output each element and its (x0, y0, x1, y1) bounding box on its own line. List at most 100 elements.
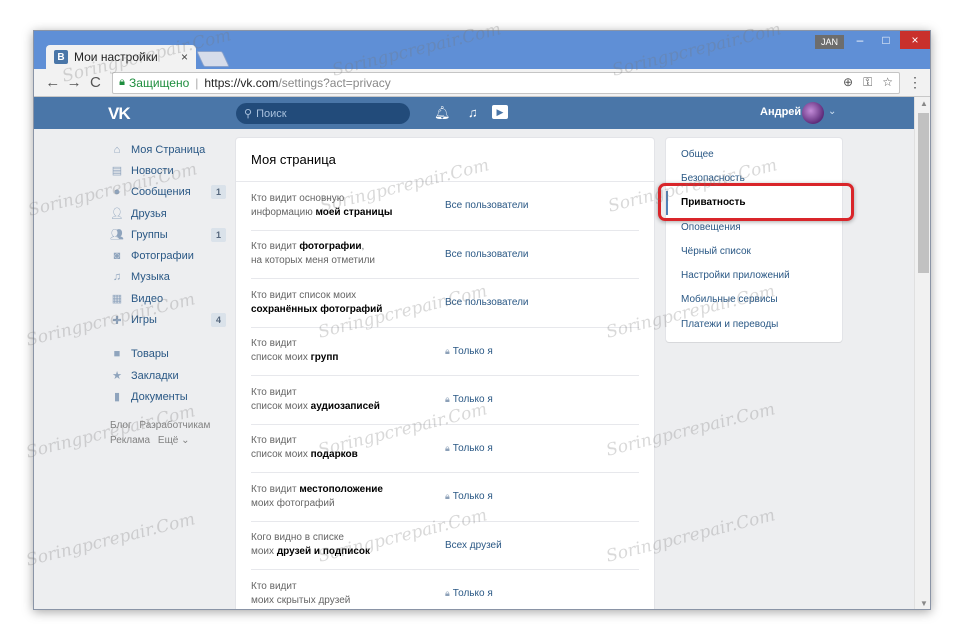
question-text: моих скрытых друзей (251, 594, 351, 606)
sidebar-item-label: Игры (131, 314, 157, 327)
privacy-value-link[interactable]: Все пользователи (445, 200, 529, 211)
padlock-icon: 🔒︎ (119, 76, 126, 88)
new-tab-button[interactable] (196, 51, 230, 67)
sidebar-item-label: Документы (131, 390, 188, 403)
privacy-value-link[interactable]: 🔒︎ Только я (445, 491, 493, 502)
sidebar-item-photos[interactable]: ◙ Фотографии (110, 245, 226, 266)
close-window-button[interactable]: × (900, 31, 930, 49)
privacy-question: Кого видно в списке моих друзей и подпис… (251, 531, 445, 559)
privacy-value: Только я (452, 394, 493, 406)
profile-badge[interactable]: JAN (814, 35, 844, 49)
privacy-value-link[interactable]: Все пользователи (445, 249, 529, 260)
privacy-value-link[interactable]: Все пользователи (445, 297, 529, 308)
sidebar-item-music[interactable]: ♫ Музыка (110, 267, 226, 288)
vk-logo[interactable]: VK (108, 104, 131, 124)
groups-count-badge: 1 (210, 227, 226, 242)
user-name[interactable]: Андрей (760, 106, 801, 118)
privacy-row: Кто видит список моих подарков 🔒︎ Только … (251, 425, 639, 473)
sidebar-footer: Блог Разработчикам Реклама Ещё ⌄ (110, 418, 226, 448)
privacy-value-link[interactable]: Всех друзей (445, 540, 502, 551)
search-placeholder: Поиск (256, 107, 287, 120)
settings-nav-payments[interactable]: Платежи и переводы (666, 312, 842, 336)
scrollbar-thumb[interactable] (918, 113, 929, 273)
question-bold: фотографии (299, 241, 362, 253)
footer-link-ads[interactable]: Реклама (110, 435, 150, 446)
privacy-value: Только я (452, 442, 493, 454)
sidebar-item-documents[interactable]: ▮ Документы (110, 386, 226, 407)
footer-link-developers[interactable]: Разработчикам (139, 420, 210, 431)
sidebar-item-goods[interactable]: ■ Товары (110, 344, 226, 365)
back-button[interactable]: ← (42, 74, 63, 91)
question-bold: аудиозаписей (310, 400, 380, 412)
location-target-icon[interactable]: ⊕ (843, 75, 853, 90)
tab-close-icon[interactable]: × (181, 50, 188, 64)
highlight-annotation (658, 183, 854, 221)
gamepad-icon: ✚ (112, 314, 122, 327)
search-input[interactable]: ⚲ Поиск (236, 103, 410, 124)
question-text: список моих (251, 352, 311, 364)
vk-favicon-icon: B (54, 50, 68, 64)
privacy-question: Кто видит основную информацию моей стран… (251, 192, 445, 220)
maximize-button[interactable]: □ (872, 31, 900, 49)
question-text: список моих (251, 400, 311, 412)
question-text: Кто видит (251, 241, 300, 253)
key-icon[interactable]: ⚿ (863, 75, 872, 90)
sidebar-item-my-page[interactable]: ⌂ Моя Страница (110, 139, 226, 160)
home-icon: ⌂ (113, 143, 121, 156)
footer-link-blog[interactable]: Блог (110, 420, 132, 431)
lock-icon: 🔒︎ (445, 345, 450, 356)
footer-link-more[interactable]: Ещё ⌄ (158, 435, 190, 446)
question-text: на которых меня отметили (251, 255, 376, 267)
sidebar-item-groups[interactable]: 👥︎ Группы 1 (110, 224, 226, 245)
sidebar-item-messages[interactable]: ● Сообщения 1 (110, 182, 226, 203)
chevron-down-icon[interactable]: ⌄ (828, 106, 836, 117)
reload-button[interactable]: C (85, 74, 106, 91)
sidebar-item-games[interactable]: ✚ Игры 4 (110, 309, 226, 330)
sidebar-item-label: Новости (131, 164, 174, 177)
question-text: список моих (251, 449, 311, 461)
sidebar-item-label: Группы (131, 228, 168, 241)
forward-button[interactable]: → (63, 74, 84, 91)
tab-settings[interactable]: B Мои настройки × (46, 45, 196, 69)
play-icon[interactable]: ▶ (492, 105, 508, 119)
privacy-question: Кто видит список моих подарков (251, 434, 445, 462)
settings-nav-blacklist[interactable]: Чёрный список (666, 239, 842, 263)
question-text: Кто видит (251, 338, 297, 350)
privacy-question: Кто видит список моих аудиозаписей (251, 386, 445, 414)
lock-icon: 🔒︎ (445, 394, 450, 405)
privacy-question: Кто видит моих скрытых друзей (251, 580, 445, 608)
privacy-value-link[interactable]: 🔒︎ Только я (445, 346, 493, 357)
sidebar-item-video[interactable]: ▦ Видео (110, 288, 226, 309)
music-note-icon[interactable]: ♫ (468, 105, 478, 120)
question-bold: моей страницы (315, 206, 393, 218)
privacy-value-link[interactable]: 🔒︎ Только я (445, 394, 493, 405)
question-text: моих (251, 546, 277, 558)
scrollbar[interactable]: ▲ ▼ (914, 97, 930, 609)
settings-nav: Общее Безопасность Приватность Оповещени… (666, 138, 842, 342)
scroll-down-icon[interactable]: ▼ (915, 597, 930, 609)
privacy-value: Все пользователи (445, 200, 529, 212)
minimize-button[interactable]: – (846, 31, 874, 49)
sidebar-item-bookmarks[interactable]: ★ Закладки (110, 365, 226, 386)
bookmark-star-icon[interactable]: ☆ (882, 75, 893, 90)
games-count-badge: 4 (210, 313, 226, 328)
privacy-row: Кто видит список моих аудиозаписей 🔒︎ Тол… (251, 376, 639, 425)
scroll-up-icon[interactable]: ▲ (915, 97, 930, 111)
settings-nav-general[interactable]: Общее (666, 142, 842, 166)
privacy-value-link[interactable]: 🔒︎ Только я (445, 443, 493, 454)
bell-icon[interactable]: 🔔︎ (434, 105, 451, 121)
browser-menu-icon[interactable]: ⋮ (908, 74, 922, 91)
address-bar[interactable]: 🔒︎ Защищено | https://vk.com /settings?a… (112, 71, 901, 94)
settings-nav-app-settings[interactable]: Настройки приложений (666, 263, 842, 287)
news-icon: ▤ (111, 165, 123, 178)
groups-icon: 👥︎ (110, 229, 124, 242)
sidebar-item-friends[interactable]: 👤︎ Друзья (110, 203, 226, 224)
friends-icon: 👤︎ (110, 208, 124, 221)
settings-nav-mobile[interactable]: Мобильные сервисы (666, 288, 842, 312)
avatar[interactable] (802, 102, 824, 124)
sidebar-item-news[interactable]: ▤ Новости (110, 160, 226, 181)
vk-header: VK ⚲ Поиск 🔔︎ ♫ ▶ Андрей ⌄ (34, 97, 914, 129)
question-text: Кто видит (251, 386, 297, 398)
privacy-value-link[interactable]: 🔒︎ Только я (445, 588, 493, 599)
privacy-row: Кто видит основную информацию моей стран… (251, 182, 639, 231)
